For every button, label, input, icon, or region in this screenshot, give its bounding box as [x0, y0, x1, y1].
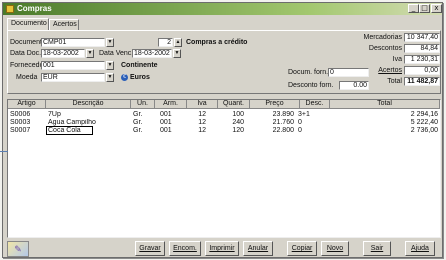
lines-grid[interactable]: Artigo Descrição Un. Arm. Iva Quant. Pre…: [7, 99, 441, 238]
cell-descricao-selected[interactable]: Coca Cola: [46, 126, 93, 135]
cell-un[interactable]: Gr.: [133, 111, 153, 118]
cell-arm[interactable]: 001: [160, 127, 185, 134]
app-icon: [6, 5, 14, 13]
decorative-line: [0, 151, 8, 152]
imprimir-button[interactable]: Imprimir: [205, 241, 239, 256]
document-header-panel: Documento CMP01 ▼ 2 ▲ Compras a crédito …: [7, 30, 441, 94]
cell-preco[interactable]: 22.800: [252, 127, 294, 134]
acertos-label[interactable]: Acertos: [356, 67, 402, 74]
data-venc-dropdown-button[interactable]: ▼: [173, 49, 181, 58]
column-header[interactable]: Quant.: [218, 100, 250, 109]
cell-un[interactable]: Gr.: [133, 127, 153, 134]
anular-button[interactable]: Anular: [243, 241, 273, 256]
fornecedor-name-text: Continente: [121, 62, 158, 69]
euro-icon: €: [121, 74, 128, 81]
gravar-button[interactable]: Gravar: [135, 241, 165, 256]
iva-value: 1 230,31: [404, 55, 440, 64]
title-bar[interactable]: Compras _ □ x: [3, 3, 442, 15]
cell-desc[interactable]: 3+1: [298, 111, 328, 118]
cell-desc[interactable]: 0: [298, 119, 328, 126]
docum-forn-label: Docum. forn.: [288, 69, 329, 76]
compras-window: Compras _ □ x Documento Acertos Document…: [2, 2, 443, 258]
descontos-label: Descontos: [368, 45, 402, 52]
column-header[interactable]: Arm.: [155, 100, 187, 109]
column-header[interactable]: Desc.: [300, 100, 330, 109]
data-doc-dropdown-button[interactable]: ▼: [86, 49, 94, 58]
cell-descricao[interactable]: 7Up: [48, 111, 128, 118]
data-doc-label: Data Doc.: [10, 50, 42, 57]
cell-quant[interactable]: 240: [220, 119, 244, 126]
encomenda-button[interactable]: Encom.: [169, 241, 201, 256]
document-type-text: Compras a crédito: [186, 39, 248, 46]
moeda-name-text: Euros: [130, 74, 150, 81]
cell-total[interactable]: 5 222,40: [332, 119, 438, 126]
cell-arm[interactable]: 001: [160, 119, 185, 126]
sair-button[interactable]: Sair: [363, 241, 391, 256]
column-header[interactable]: Artigo: [8, 100, 46, 109]
cell-total[interactable]: 2 736,00: [332, 127, 438, 134]
moeda-dropdown-button[interactable]: ▼: [106, 73, 114, 82]
novo-button[interactable]: Novo: [321, 241, 349, 256]
documento-field[interactable]: CMP01: [41, 38, 105, 47]
fornecedor-dropdown-button[interactable]: ▼: [106, 61, 114, 70]
total-label: Total: [387, 78, 402, 85]
close-button[interactable]: x: [431, 4, 442, 13]
moeda-field[interactable]: EUR: [41, 73, 105, 82]
cell-descricao[interactable]: Agua Campilho: [48, 119, 128, 126]
maximize-button[interactable]: □: [419, 4, 430, 13]
fornecedor-field[interactable]: 001: [41, 61, 105, 70]
cell-quant[interactable]: 120: [220, 127, 244, 134]
cell-preco[interactable]: 21.760: [252, 119, 294, 126]
ajuda-button[interactable]: Ajuda: [405, 241, 435, 256]
cell-quant[interactable]: 100: [220, 111, 244, 118]
column-header[interactable]: Total: [330, 100, 440, 109]
action-toolbar: ✎ Gravar Encom. Imprimir Anular Copiar N…: [7, 241, 441, 257]
documento-dropdown-button[interactable]: ▼: [106, 38, 114, 47]
cell-iva[interactable]: 12: [188, 127, 206, 134]
moeda-label: Moeda: [16, 74, 38, 81]
app-logo-icon: ✎: [7, 241, 29, 257]
acertos-value: 0,00: [404, 66, 440, 75]
mercadorias-value: 10 347,40: [404, 33, 440, 42]
copies-spinner[interactable]: ▲: [174, 38, 182, 47]
window-title: Compras: [17, 4, 52, 13]
cell-total[interactable]: 2 294,16: [332, 111, 438, 118]
cell-arm[interactable]: 001: [160, 111, 185, 118]
iva-label: Iva: [392, 56, 402, 63]
minimize-button[interactable]: _: [408, 4, 419, 13]
desconto-forn-label: Desconto forn.: [288, 82, 334, 89]
column-header[interactable]: Iva: [187, 100, 218, 109]
cell-preco[interactable]: 23.890: [252, 111, 294, 118]
column-header[interactable]: Descrição: [46, 100, 131, 109]
cell-artigo[interactable]: S0007: [10, 127, 44, 134]
tab-documento[interactable]: Documento: [7, 18, 49, 30]
copiar-button[interactable]: Copiar: [287, 241, 317, 256]
cell-iva[interactable]: 12: [188, 111, 206, 118]
cell-artigo[interactable]: S0006: [10, 111, 44, 118]
mercadorias-label: Mercadorias: [363, 34, 402, 41]
grid-header: Artigo Descrição Un. Arm. Iva Quant. Pre…: [8, 100, 440, 109]
total-value: 11 482,87: [404, 77, 440, 86]
column-header[interactable]: Preço: [250, 100, 300, 109]
copies-field[interactable]: 2: [158, 38, 173, 47]
descontos-value: 84,84: [404, 44, 440, 53]
column-header[interactable]: Un.: [131, 100, 155, 109]
cell-artigo[interactable]: S0003: [10, 119, 44, 126]
tab-acertos[interactable]: Acertos: [49, 19, 79, 30]
cell-iva[interactable]: 12: [188, 119, 206, 126]
cell-un[interactable]: Gr.: [133, 119, 153, 126]
cell-desc[interactable]: 0: [298, 127, 328, 134]
data-venc-label: Data Venc.: [99, 50, 134, 57]
data-doc-field[interactable]: 18-03-2002: [41, 49, 85, 58]
data-venc-field[interactable]: 18-03-2002: [132, 49, 172, 58]
